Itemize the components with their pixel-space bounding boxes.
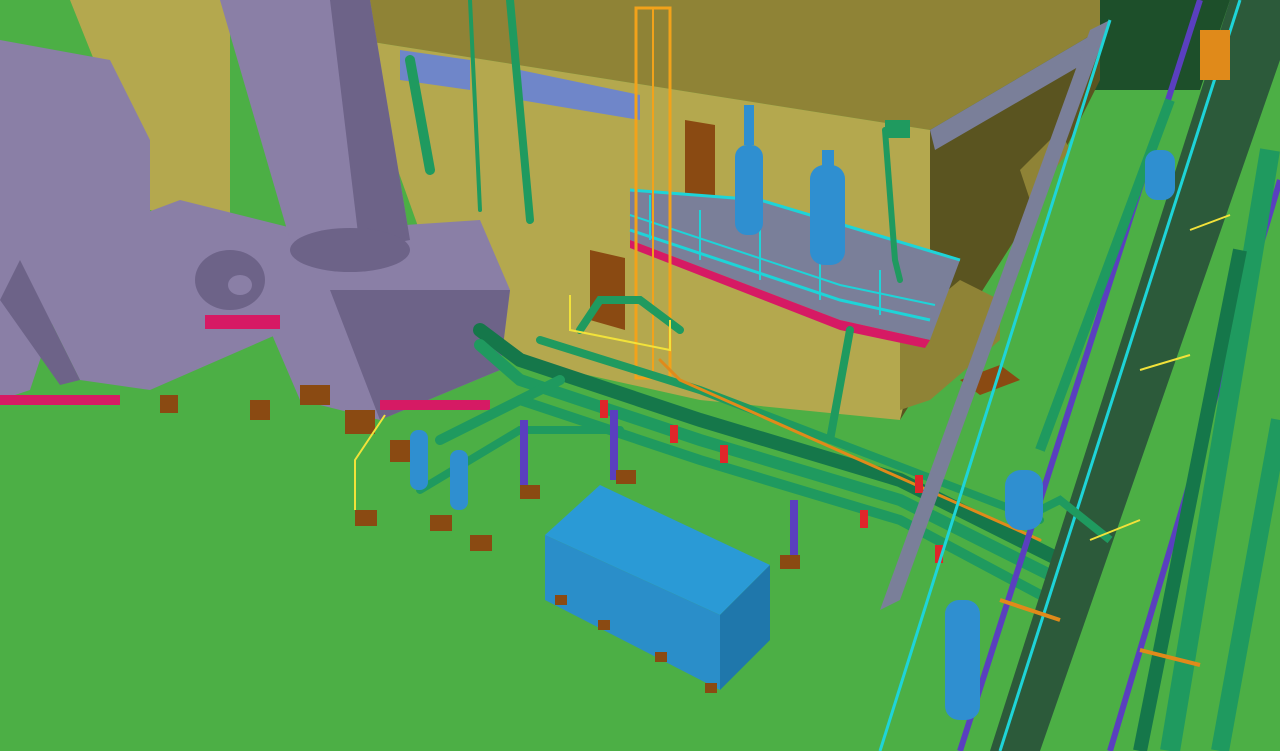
duct-support <box>300 385 330 405</box>
vessel-nozzle <box>822 150 834 170</box>
rack-base <box>520 485 540 499</box>
duct-support <box>160 395 178 413</box>
pipe-clamp <box>860 510 868 528</box>
duct-base-band <box>0 395 120 405</box>
plant-3d-model-view <box>0 0 1280 751</box>
vessel-shell <box>1005 470 1043 530</box>
rack-support <box>520 420 528 490</box>
rack-base <box>780 555 800 569</box>
rack-support <box>610 410 618 480</box>
rack-base <box>430 515 452 531</box>
pipe-clamp <box>670 425 678 443</box>
rack-base <box>470 535 492 551</box>
pipe-clamp <box>915 475 923 493</box>
building-door <box>685 120 715 200</box>
duct-fan-hub <box>228 275 252 295</box>
pipe-box <box>885 120 910 138</box>
vessel-shell <box>410 430 428 490</box>
rack-support <box>790 500 798 560</box>
building-door <box>590 250 625 330</box>
vessel-shell <box>735 145 763 235</box>
duct-support <box>345 410 375 434</box>
tank-skid <box>598 620 610 630</box>
vessel-shell <box>1145 150 1175 200</box>
vessel-shell <box>450 450 468 510</box>
pipe-clamp <box>720 445 728 463</box>
stack-base <box>290 228 410 272</box>
duct-base-band <box>380 400 490 410</box>
rack-base <box>355 510 377 526</box>
tank-skid <box>555 595 567 605</box>
rack-base <box>616 470 636 484</box>
frame-platform <box>1200 30 1230 80</box>
duct-support <box>250 400 270 420</box>
tank-skid <box>655 652 667 662</box>
vessel-shell <box>810 165 845 265</box>
tank-skid <box>705 683 717 693</box>
vessel-shell <box>945 600 980 720</box>
vessel-nozzle <box>744 105 754 145</box>
pipe-clamp <box>600 400 608 418</box>
duct-base-band <box>205 315 280 329</box>
